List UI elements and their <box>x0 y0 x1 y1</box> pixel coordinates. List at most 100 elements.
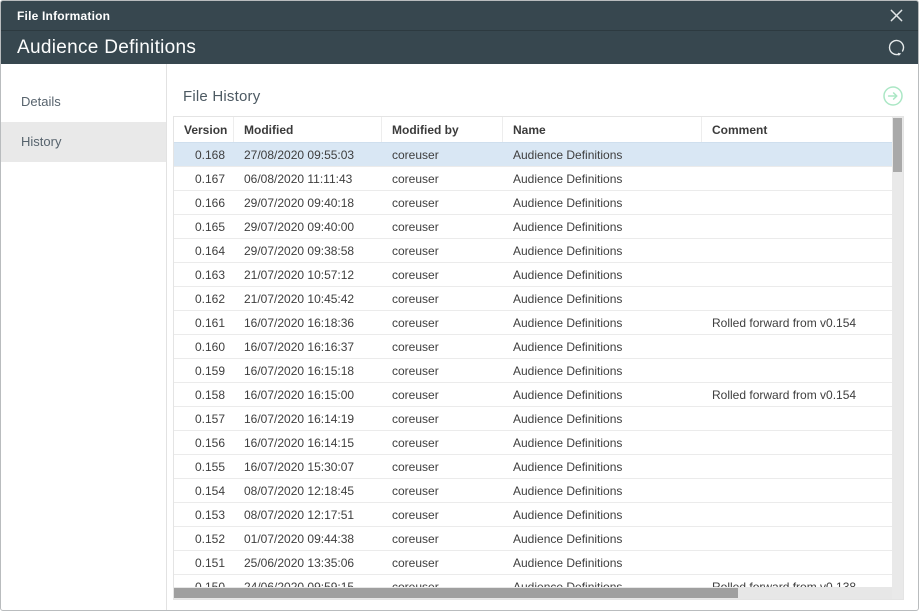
cell-comment <box>702 527 903 550</box>
table-row[interactable]: 0.15408/07/2020 12:18:45coreuserAudience… <box>174 479 903 503</box>
cell-version: 0.163 <box>174 263 234 286</box>
table-row[interactable]: 0.16629/07/2020 09:40:18coreuserAudience… <box>174 191 903 215</box>
cell-name: Audience Definitions <box>503 503 702 526</box>
horizontal-scrollbar[interactable] <box>174 587 892 599</box>
table-row[interactable]: 0.16016/07/2020 16:16:37coreuserAudience… <box>174 335 903 359</box>
open-version-icon[interactable] <box>882 85 904 107</box>
cell-modified: 29/07/2020 09:40:18 <box>234 191 382 214</box>
column-header-modified[interactable]: Modified <box>234 117 382 142</box>
cell-comment <box>702 287 903 310</box>
cell-version: 0.162 <box>174 287 234 310</box>
file-title-bar: Audience Definitions <box>1 31 918 64</box>
dialog-title: File Information <box>17 9 889 23</box>
table-row[interactable]: 0.16827/08/2020 09:55:03coreuserAudience… <box>174 142 903 167</box>
sidebar-item-details[interactable]: Details <box>1 82 166 122</box>
cell-modified: 16/07/2020 16:16:37 <box>234 335 382 358</box>
table-row[interactable]: 0.16221/07/2020 10:45:42coreuserAudience… <box>174 287 903 311</box>
vertical-scrollbar[interactable] <box>892 117 903 599</box>
cell-modified: 16/07/2020 16:15:18 <box>234 359 382 382</box>
refresh-icon[interactable] <box>886 37 907 58</box>
cell-comment <box>702 431 903 454</box>
cell-modified-by: coreuser <box>382 407 503 430</box>
cell-modified-by: coreuser <box>382 479 503 502</box>
cell-modified-by: coreuser <box>382 143 503 166</box>
section-heading: File History <box>183 88 882 105</box>
cell-modified: 16/07/2020 16:14:19 <box>234 407 382 430</box>
cell-modified: 29/07/2020 09:38:58 <box>234 239 382 262</box>
cell-version: 0.155 <box>174 455 234 478</box>
cell-modified-by: coreuser <box>382 239 503 262</box>
cell-name: Audience Definitions <box>503 479 702 502</box>
table-row[interactable]: 0.15201/07/2020 09:44:38coreuserAudience… <box>174 527 903 551</box>
table-row[interactable]: 0.15125/06/2020 13:35:06coreuserAudience… <box>174 551 903 575</box>
cell-modified-by: coreuser <box>382 311 503 334</box>
file-information-dialog: File Information Audience Definitions De… <box>0 0 919 611</box>
cell-modified: 25/06/2020 13:35:06 <box>234 551 382 574</box>
cell-comment <box>702 215 903 238</box>
cell-modified: 16/07/2020 16:18:36 <box>234 311 382 334</box>
column-header-version[interactable]: Version <box>174 117 234 142</box>
table-row[interactable]: 0.16116/07/2020 16:18:36coreuserAudience… <box>174 311 903 335</box>
cell-comment <box>702 479 903 502</box>
horizontal-scrollbar-thumb[interactable] <box>174 588 738 598</box>
cell-name: Audience Definitions <box>503 407 702 430</box>
cell-modified: 27/08/2020 09:55:03 <box>234 143 382 166</box>
cell-modified-by: coreuser <box>382 527 503 550</box>
cell-name: Audience Definitions <box>503 527 702 550</box>
dialog-title-bar: File Information <box>1 1 918 31</box>
cell-name: Audience Definitions <box>503 239 702 262</box>
section-header: File History <box>173 86 904 106</box>
cell-version: 0.165 <box>174 215 234 238</box>
cell-version: 0.153 <box>174 503 234 526</box>
table-row[interactable]: 0.15516/07/2020 15:30:07coreuserAudience… <box>174 455 903 479</box>
column-header-comment[interactable]: Comment <box>702 117 903 142</box>
cell-version: 0.151 <box>174 551 234 574</box>
table-header-row: VersionModifiedModified byNameComment <box>174 117 903 143</box>
cell-modified: 16/07/2020 15:30:07 <box>234 455 382 478</box>
cell-name: Audience Definitions <box>503 167 702 190</box>
cell-comment <box>702 239 903 262</box>
file-history-table: VersionModifiedModified byNameComment 0.… <box>173 116 904 600</box>
close-icon[interactable] <box>889 8 904 23</box>
cell-modified-by: coreuser <box>382 167 503 190</box>
cell-comment <box>702 263 903 286</box>
table-row[interactable]: 0.15616/07/2020 16:14:15coreuserAudience… <box>174 431 903 455</box>
cell-modified-by: coreuser <box>382 383 503 406</box>
sidebar: DetailsHistory <box>1 64 167 610</box>
cell-modified-by: coreuser <box>382 215 503 238</box>
cell-comment <box>702 191 903 214</box>
column-header-modified-by[interactable]: Modified by <box>382 117 503 142</box>
cell-comment <box>702 143 903 166</box>
cell-modified: 21/07/2020 10:57:12 <box>234 263 382 286</box>
cell-modified-by: coreuser <box>382 335 503 358</box>
cell-modified: 21/07/2020 10:45:42 <box>234 287 382 310</box>
column-header-name[interactable]: Name <box>503 117 702 142</box>
table-row[interactable]: 0.15308/07/2020 12:17:51coreuserAudience… <box>174 503 903 527</box>
table-row[interactable]: 0.16529/07/2020 09:40:00coreuserAudience… <box>174 215 903 239</box>
cell-version: 0.168 <box>174 143 234 166</box>
cell-modified: 06/08/2020 11:11:43 <box>234 167 382 190</box>
cell-version: 0.161 <box>174 311 234 334</box>
sidebar-item-history[interactable]: History <box>1 122 166 162</box>
cell-version: 0.158 <box>174 383 234 406</box>
cell-version: 0.157 <box>174 407 234 430</box>
table-row[interactable]: 0.16706/08/2020 11:11:43coreuserAudience… <box>174 167 903 191</box>
cell-modified-by: coreuser <box>382 359 503 382</box>
cell-comment: Rolled forward from v0.154 <box>702 311 903 334</box>
cell-modified: 08/07/2020 12:17:51 <box>234 503 382 526</box>
cell-name: Audience Definitions <box>503 431 702 454</box>
table-row[interactable]: 0.16429/07/2020 09:38:58coreuserAudience… <box>174 239 903 263</box>
vertical-scrollbar-thumb[interactable] <box>893 118 902 172</box>
cell-comment <box>702 167 903 190</box>
dialog-body: DetailsHistory File History VersionModif… <box>1 64 918 610</box>
cell-name: Audience Definitions <box>503 383 702 406</box>
table-row[interactable]: 0.15916/07/2020 16:15:18coreuserAudience… <box>174 359 903 383</box>
table-row[interactable]: 0.16321/07/2020 10:57:12coreuserAudience… <box>174 263 903 287</box>
cell-version: 0.160 <box>174 335 234 358</box>
cell-modified: 29/07/2020 09:40:00 <box>234 215 382 238</box>
file-name-title: Audience Definitions <box>17 37 886 59</box>
table-row[interactable]: 0.15816/07/2020 16:15:00coreuserAudience… <box>174 383 903 407</box>
cell-name: Audience Definitions <box>503 143 702 166</box>
cell-name: Audience Definitions <box>503 335 702 358</box>
table-row[interactable]: 0.15716/07/2020 16:14:19coreuserAudience… <box>174 407 903 431</box>
